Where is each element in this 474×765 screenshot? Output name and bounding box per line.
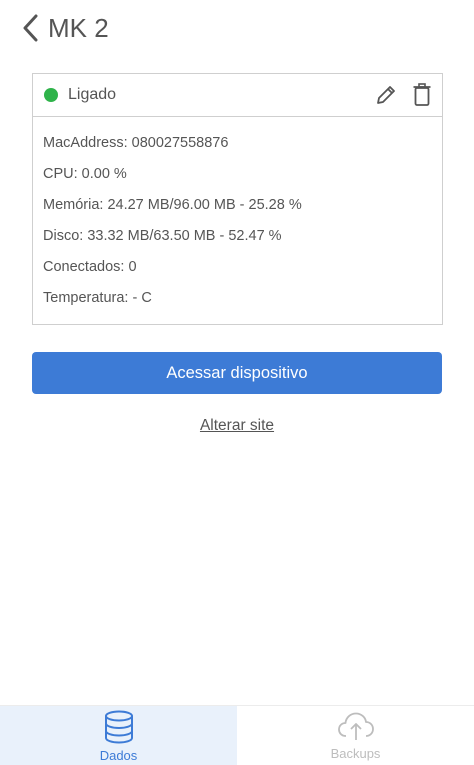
tab-dados-label: Dados — [99, 748, 138, 763]
device-card: Ligado MacAddress: 080027558876 CPU: 0.0… — [32, 73, 443, 325]
back-button[interactable] — [16, 12, 44, 44]
chevron-left-icon — [23, 14, 38, 42]
disk-line: Disco: 33.32 MB/63.50 MB - 52.47 % — [43, 228, 282, 244]
change-site-link[interactable]: Alterar site — [200, 417, 274, 434]
mac-address-line: MacAddress: 080027558876 — [43, 135, 229, 151]
page-title: MK 2 — [48, 13, 109, 43]
database-icon — [104, 710, 133, 744]
temperature-line: Temperatura: - C — [43, 290, 152, 306]
change-site-link-row: Alterar site — [0, 417, 474, 435]
connected-line: Conectados: 0 — [43, 259, 137, 275]
tab-backups[interactable]: Backups — [237, 706, 474, 765]
delete-button[interactable] — [412, 83, 432, 107]
tab-dados[interactable]: Dados — [0, 706, 237, 765]
access-device-button[interactable]: Acessar dispositivo — [32, 352, 442, 394]
pencil-icon — [377, 86, 395, 104]
card-header: Ligado — [33, 74, 442, 117]
trash-icon — [413, 83, 431, 106]
status-indicator — [44, 88, 58, 102]
cloud-upload-icon — [337, 712, 374, 740]
edit-button[interactable] — [374, 83, 398, 107]
tab-backups-label: Backups — [330, 746, 381, 761]
app-screen: MK 2 Ligado MacAddress: 080027558876 CPU… — [0, 0, 474, 765]
memory-line: Memória: 24.27 MB/96.00 MB - 25.28 % — [43, 197, 302, 213]
status-label: Ligado — [68, 86, 117, 103]
header: MK 2 — [0, 0, 474, 58]
bottom-nav: Dados Backups — [0, 705, 474, 765]
card-body: MacAddress: 080027558876 CPU: 0.00 % Mem… — [33, 117, 442, 319]
cpu-line: CPU: 0.00 % — [43, 166, 127, 182]
card-actions — [374, 82, 432, 108]
